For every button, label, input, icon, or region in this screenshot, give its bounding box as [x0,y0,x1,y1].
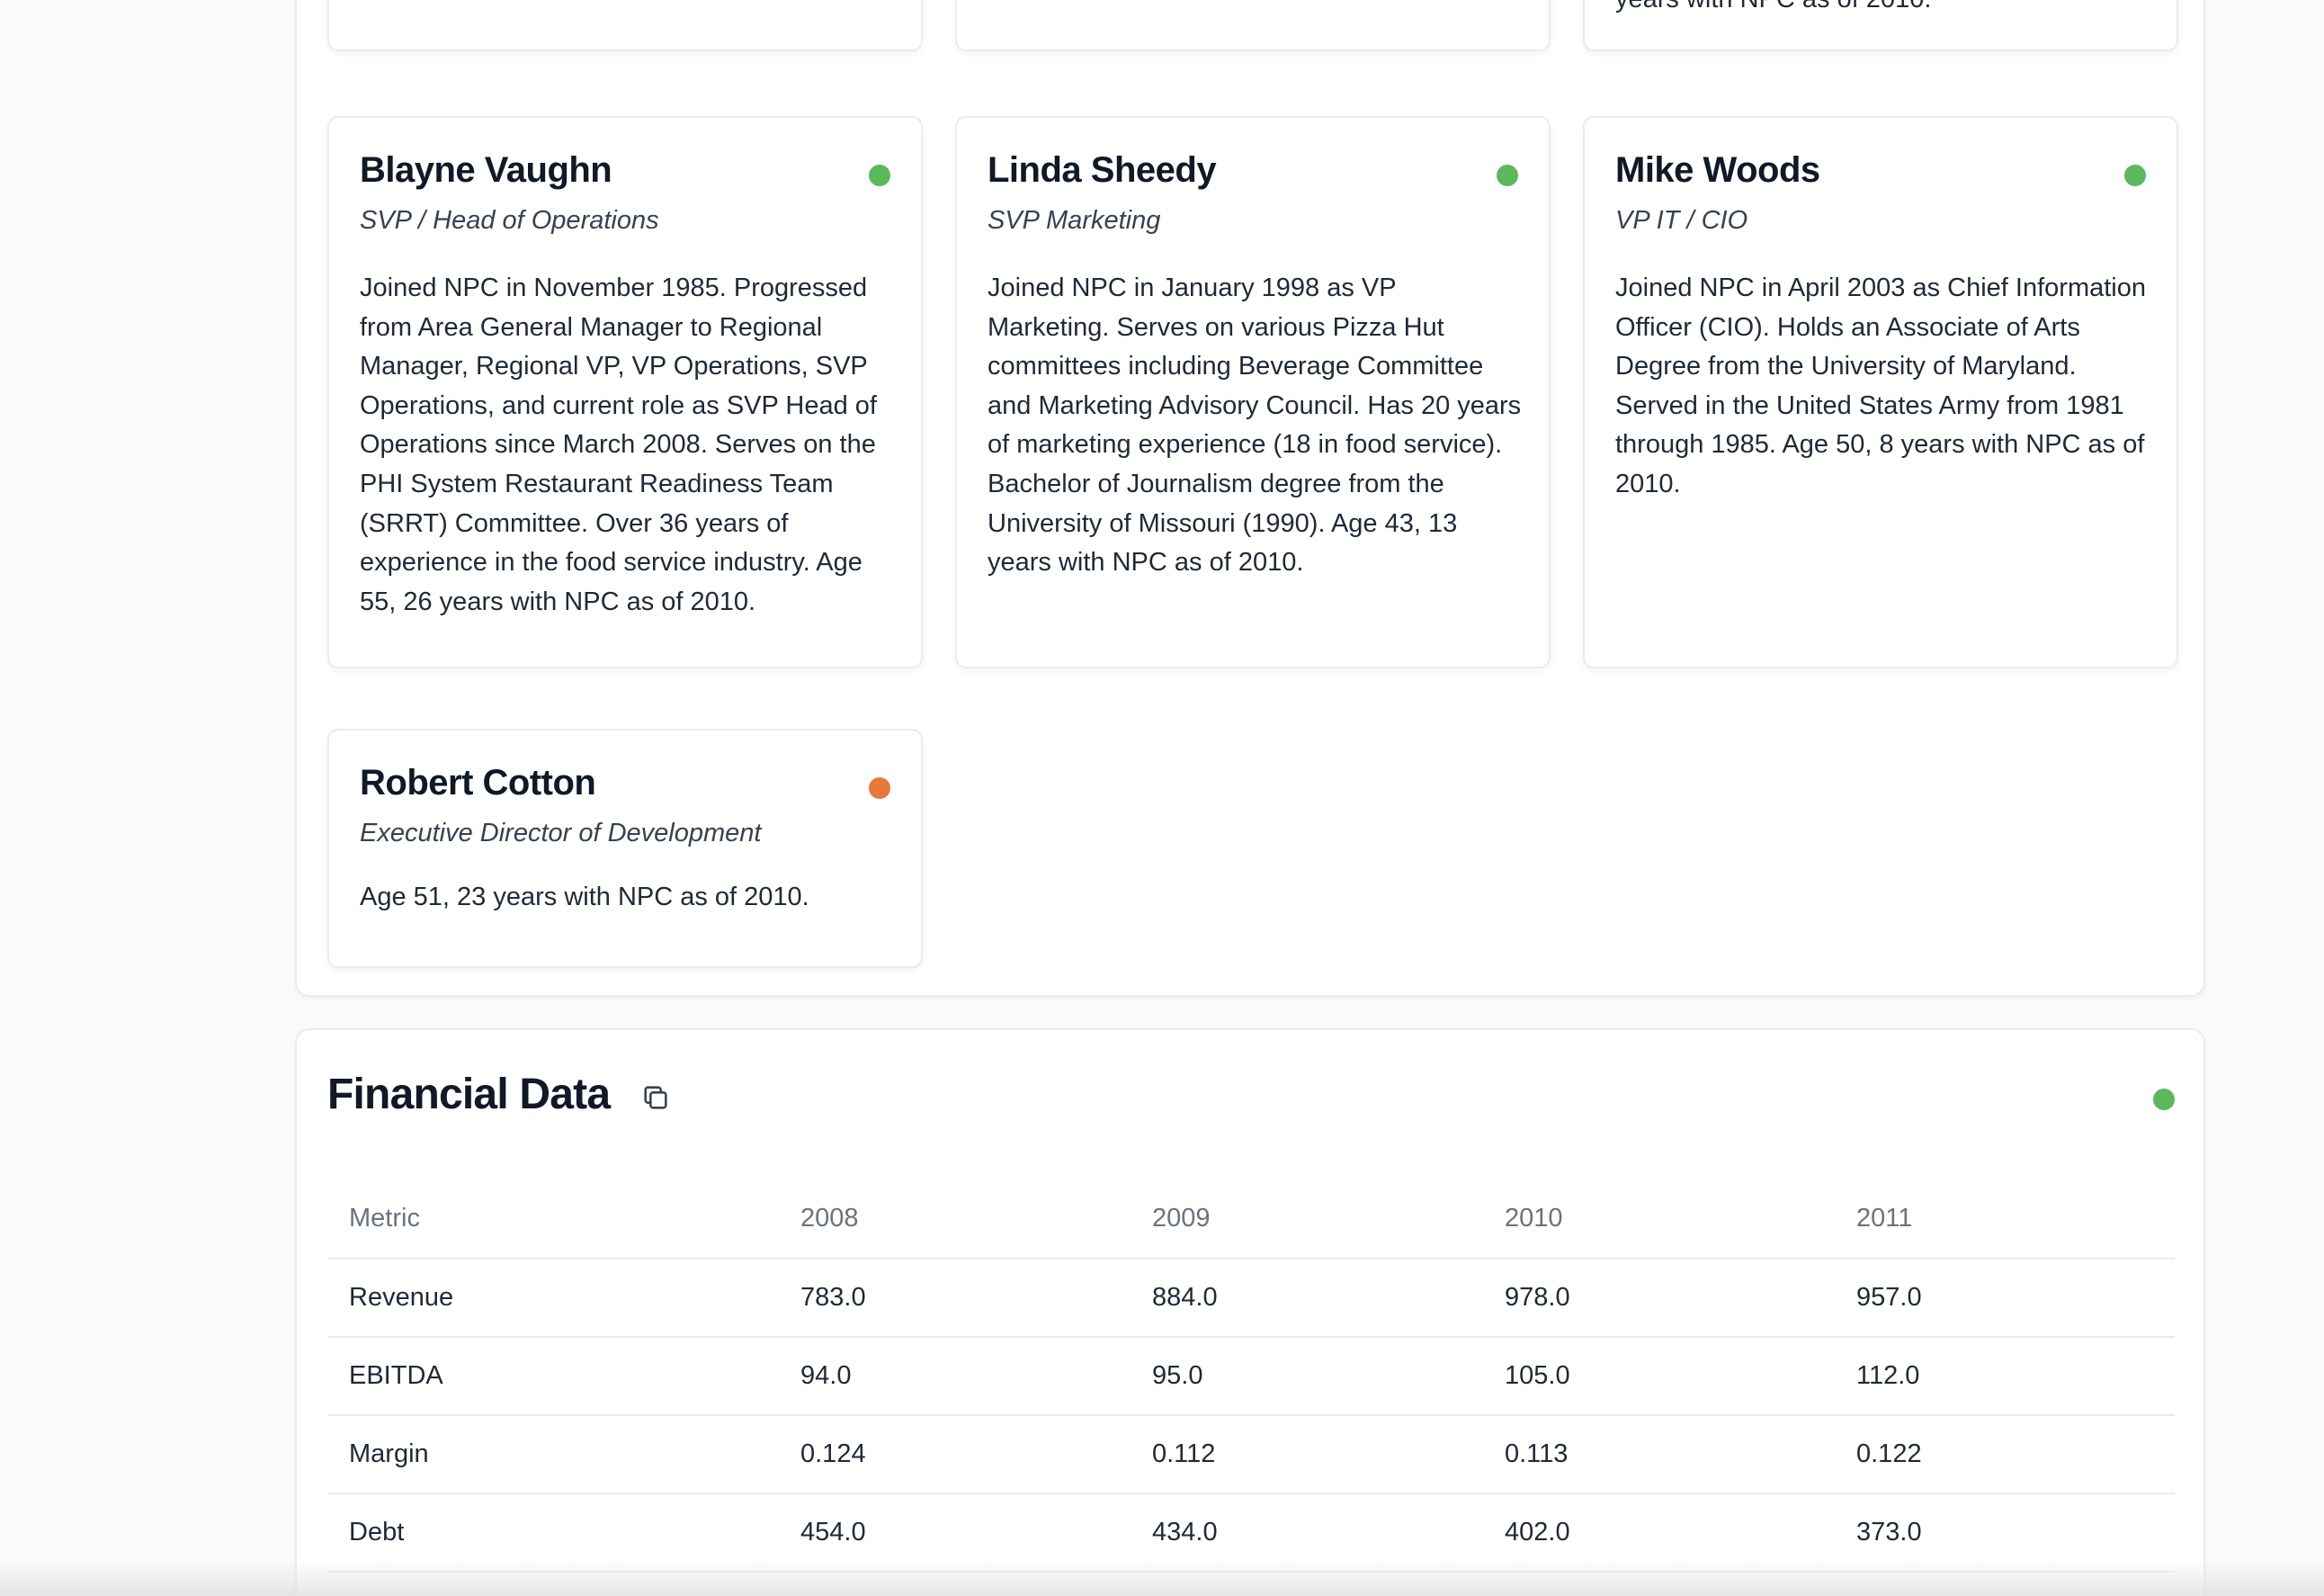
table-cell: 105.0 [1483,1337,1835,1416]
team-card-partial-3: years with NPC as of 2010. [1583,0,2178,51]
status-indicator [2153,1089,2175,1110]
table-cell: Margin [327,1415,779,1494]
table-cell: 0.124 [779,1415,1131,1494]
status-indicator [1497,165,1518,186]
team-member-role: VP IT / CIO [1615,206,1748,235]
team-member-role: SVP / Head of Operations [360,206,659,235]
table-cell: 0.113 [1483,1415,1835,1494]
status-indicator [869,165,890,186]
table-cell: 95.0 [1131,1337,1483,1416]
table-cell: 957.0 [1835,1259,2175,1338]
table-row: Margin 0.124 0.112 0.113 0.122 [327,1415,2175,1494]
table-cell: Revenue [327,1259,779,1338]
team-member-name: Robert Cotton [360,763,596,802]
column-header: 2010 [1483,1179,1835,1260]
table-header-row: Metric 2008 2009 2010 2011 [327,1179,2175,1260]
team-card: Linda Sheedy SVP Marketing Joined NPC in… [955,116,1551,668]
status-indicator [2124,165,2146,186]
team-member-name: Linda Sheedy [988,150,1217,190]
table-cell: EBITDA [327,1337,779,1416]
financial-panel: Financial Data Metric 2008 2009 2010 201… [295,1028,2205,1596]
table-cell: 783.0 [779,1259,1131,1338]
team-card-bio-tail: years with NPC as of 2010. [1615,0,2150,20]
column-header: Metric [327,1179,779,1260]
team-member-bio: Age 51, 23 years with NPC as of 2010. [360,883,809,911]
team-member-name: Blayne Vaughn [360,150,612,190]
management-panel: years with NPC as of 2010. Blayne Vaughn… [295,0,2205,997]
table-cell: 0.122 [1835,1415,2175,1494]
bottom-fade [0,1560,2324,1596]
team-card: Mike Woods VP IT / CIO Joined NPC in Apr… [1583,116,2178,668]
team-member-bio: Joined NPC in April 2003 as Chief Inform… [1615,273,2146,498]
financial-table: Metric 2008 2009 2010 2011 Revenue 783.0… [327,1179,2175,1573]
table-cell: 884.0 [1131,1259,1483,1338]
team-card-partial-1 [327,0,923,51]
team-member-role: SVP Marketing [988,206,1161,235]
column-header: 2011 [1835,1179,2175,1260]
table-cell: 978.0 [1483,1259,1835,1338]
team-member-name: Mike Woods [1615,150,1820,190]
status-indicator [869,777,890,799]
table-cell: 0.112 [1131,1415,1483,1494]
table-cell: 94.0 [779,1337,1131,1416]
section-title: Financial Data [327,1071,611,1118]
team-card: Robert Cotton Executive Director of Deve… [327,729,923,968]
table-row: Revenue 783.0 884.0 978.0 957.0 [327,1259,2175,1338]
team-card-partial-2 [955,0,1551,51]
team-member-role: Executive Director of Development [360,819,762,847]
team-member-bio: Joined NPC in January 1998 as VP Marketi… [988,273,1522,578]
column-header: 2009 [1131,1179,1483,1260]
table-row: EBITDA 94.0 95.0 105.0 112.0 [327,1337,2175,1416]
column-header: 2008 [779,1179,1131,1260]
page: years with NPC as of 2010. Blayne Vaughn… [0,0,2324,1596]
team-card: Blayne Vaughn SVP / Head of Operations J… [327,116,923,668]
team-member-bio: Joined NPC in November 1985. Progressed … [360,273,877,616]
table-cell: 112.0 [1835,1337,2175,1416]
copy-icon[interactable] [640,1082,671,1113]
